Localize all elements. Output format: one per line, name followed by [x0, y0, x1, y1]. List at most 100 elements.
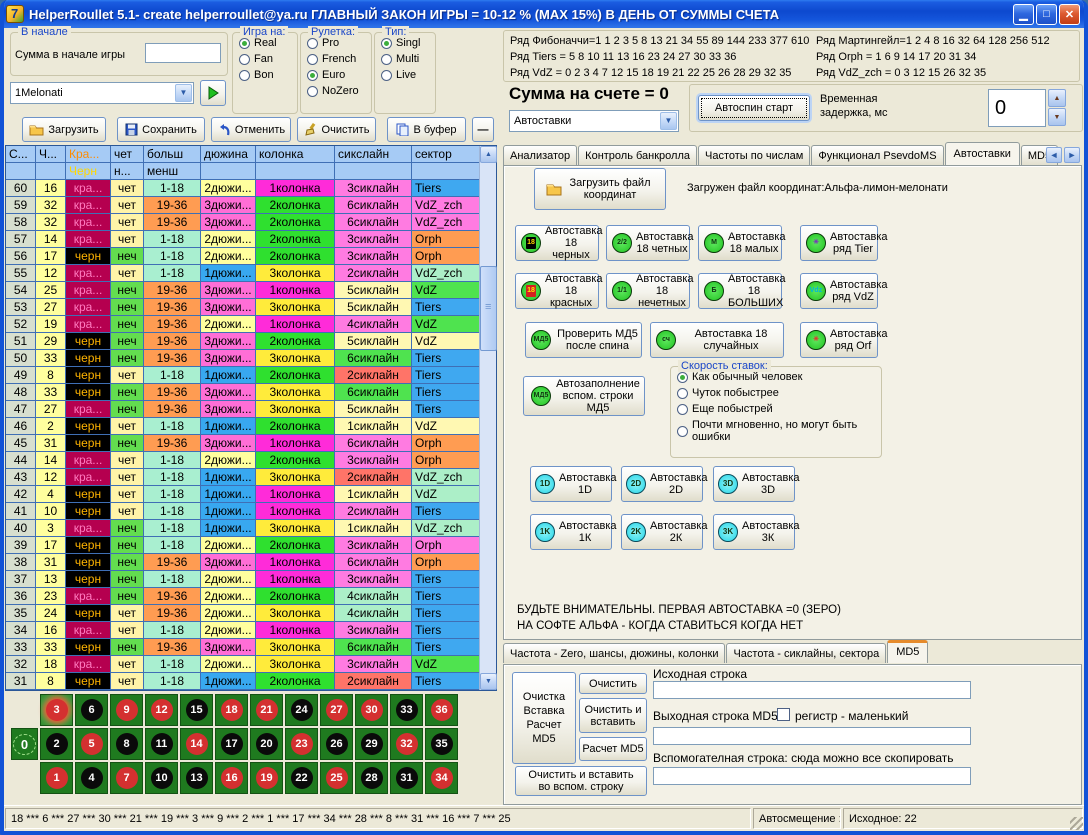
table-row[interactable]: 5932кра...чет19-363дюжи...2колонка6сикла… — [6, 197, 496, 214]
autospin-start-button[interactable]: Автоспин старт — [698, 95, 810, 121]
autostavka-button-5[interactable]: 18Автоставка 18 красных — [515, 273, 599, 309]
spins-table-body[interactable]: 6016кра...чет1-182дюжи...1колонка3сиклай… — [6, 180, 496, 690]
md5-clear-button[interactable]: Очистить — [579, 673, 647, 694]
minimize-button[interactable]: ▁ — [1013, 4, 1034, 25]
radio-option-как-обычный-человек[interactable]: Как обычный человек — [677, 371, 881, 383]
autostavka-button-4[interactable]: ✳Автоставка ряд Tier — [800, 225, 878, 261]
autostavka-button-6[interactable]: 1/1Автоставка 18 нечетных — [606, 273, 690, 309]
table-row[interactable]: 4531черннеч19-363дюжи...1колонка6сиклайн… — [6, 435, 496, 452]
table-row[interactable]: 3218кра...чет1-182дюжи...3колонка3сиклай… — [6, 656, 496, 673]
table-row[interactable]: 4727кра...неч19-363дюжи...3колонка5сикла… — [6, 401, 496, 418]
table-row[interactable]: 498чернчет1-181дюжи...2колонка2сиклайнTi… — [6, 367, 496, 384]
autofill-md5-button[interactable]: МД5 Автозаполнение вспом. строки МД5 — [523, 376, 645, 416]
roulette-cell-20[interactable]: 20 — [250, 728, 283, 760]
roulette-cell-3[interactable]: 3 — [40, 694, 73, 726]
radio-option-еще-побыстрей[interactable]: Еще побыстрей — [677, 403, 881, 415]
radio-icon[interactable] — [677, 404, 688, 415]
radio-option-live[interactable]: Live — [381, 69, 435, 81]
roulette-cell-19[interactable]: 19 — [250, 762, 283, 794]
autostavka-dk-button-1K[interactable]: 1KАвтоставка 1К — [530, 514, 612, 550]
chevron-down-icon[interactable]: ▼ — [175, 84, 192, 102]
radio-icon[interactable] — [239, 38, 250, 49]
tab-md5[interactable]: MD5 — [887, 640, 928, 663]
table-row[interactable]: 5033черннеч19-363дюжи...3колонка6сиклайн… — [6, 350, 496, 367]
md5-clear-paste-aux-button[interactable]: Очистить и вставить во вспом. строку — [515, 766, 647, 796]
spinner-down-icon[interactable]: ▼ — [1048, 108, 1066, 126]
roulette-cell-18[interactable]: 18 — [215, 694, 248, 726]
mode-combobox[interactable]: Автоставки ▼ — [509, 110, 679, 132]
radio-option-почти-мгновенно-но-могут-быть-ошибки[interactable]: Почти мгновенно, но могут быть ошибки — [677, 419, 881, 443]
autostavka-dk-button-2K[interactable]: 2KАвтоставка 2К — [621, 514, 703, 550]
roulette-cell-10[interactable]: 10 — [145, 762, 178, 794]
tab-анализатор[interactable]: Анализатор — [503, 145, 577, 165]
toolbar-save-button[interactable]: Сохранить — [117, 117, 205, 142]
table-row[interactable]: 5714кра...чет1-182дюжи...2колонка3сиклай… — [6, 231, 496, 248]
table-row[interactable]: 424чернчет1-181дюжи...1колонка1сиклайнVd… — [6, 486, 496, 503]
table-row[interactable]: 3917черннеч1-182дюжи...2колонка3сиклайнO… — [6, 537, 496, 554]
spinner-up-icon[interactable]: ▲ — [1048, 89, 1066, 107]
md5-clear-paste-button[interactable]: Очистить и вставить — [579, 698, 647, 733]
toolbar-undo-button[interactable]: Отменить — [211, 117, 291, 142]
register-checkbox[interactable] — [777, 708, 790, 721]
radio-option-pro[interactable]: Pro — [307, 37, 371, 49]
autostavka-button-9[interactable]: МД5Проверить МД5 после спина — [525, 322, 642, 358]
table-row[interactable]: 403кра...неч1-181дюжи...3колонка1сиклайн… — [6, 520, 496, 537]
md5-source-input[interactable] — [653, 681, 971, 699]
radio-icon[interactable] — [307, 86, 318, 97]
radio-icon[interactable] — [307, 70, 318, 81]
tab-частоты-по-числам[interactable]: Частоты по числам — [698, 145, 810, 165]
radio-option-multi[interactable]: Multi — [381, 53, 435, 65]
radio-option-bon[interactable]: Bon — [239, 69, 297, 81]
md5-big-button[interactable]: Очистка Вставка Расчет MD5 — [512, 672, 576, 764]
radio-option-fan[interactable]: Fan — [239, 53, 297, 65]
roulette-cell-7[interactable]: 7 — [110, 762, 143, 794]
autostavka-button-11[interactable]: ✳Автоставка ряд Orf — [800, 322, 878, 358]
roulette-cell-17[interactable]: 17 — [215, 728, 248, 760]
chevron-down-icon[interactable]: ▼ — [660, 112, 677, 130]
roulette-cell-36[interactable]: 36 — [425, 694, 458, 726]
table-row[interactable]: 5327кра...неч19-363дюжи...3колонка5сикла… — [6, 299, 496, 316]
md5-out-input[interactable] — [653, 727, 971, 745]
table-row[interactable]: 462чернчет1-181дюжи...2колонка1сиклайнVd… — [6, 418, 496, 435]
table-scrollbar[interactable]: ▲ ▼ — [479, 146, 496, 690]
radio-icon[interactable] — [239, 70, 250, 81]
autostavka-dk-button-3D[interactable]: 3DАвтоставка 3D — [713, 466, 795, 502]
titlebar[interactable]: HelperRoullet 5.1- create helperroullet@… — [0, 0, 1088, 28]
roulette-cell-4[interactable]: 4 — [75, 762, 108, 794]
tab-автоставки[interactable]: Автоставки — [945, 142, 1020, 165]
tab-scroll-right-icon[interactable]: ► — [1064, 147, 1080, 163]
roulette-cell-25[interactable]: 25 — [320, 762, 353, 794]
roulette-cell-15[interactable]: 15 — [180, 694, 213, 726]
md5-aux-input[interactable] — [653, 767, 971, 785]
roulette-cell-35[interactable]: 35 — [425, 728, 458, 760]
roulette-cell-13[interactable]: 13 — [180, 762, 213, 794]
maximize-button[interactable]: □ — [1036, 4, 1057, 25]
autostavka-button-3[interactable]: MАвтоставка 18 малых — [698, 225, 782, 261]
tab-частота-сиклайны-сектора[interactable]: Частота - сиклайны, сектора — [726, 643, 886, 663]
roulette-cell-30[interactable]: 30 — [355, 694, 388, 726]
autostavka-dk-button-3K[interactable]: 3KАвтоставка 3К — [713, 514, 795, 550]
radio-icon[interactable] — [381, 38, 392, 49]
radio-icon[interactable] — [307, 38, 318, 49]
roulette-cell-31[interactable]: 31 — [390, 762, 423, 794]
table-row[interactable]: 6016кра...чет1-182дюжи...1колонка3сиклай… — [6, 180, 496, 197]
tab-контроль-банкролла[interactable]: Контроль банкролла — [578, 145, 697, 165]
roulette-cell-11[interactable]: 11 — [145, 728, 178, 760]
roulette-cell-28[interactable]: 28 — [355, 762, 388, 794]
start-sum-input[interactable] — [145, 43, 221, 63]
roulette-cell-22[interactable]: 22 — [285, 762, 318, 794]
roulette-cell-29[interactable]: 29 — [355, 728, 388, 760]
table-row[interactable]: 3333черннеч19-363дюжи...3колонка6сиклайн… — [6, 639, 496, 656]
tab-частота-zero-шансы-дюжины-колонки[interactable]: Частота - Zero, шансы, дюжины, колонки — [503, 643, 725, 663]
toolbar-load-button[interactable]: Загрузить — [22, 117, 106, 142]
load-coords-file-button[interactable]: Загрузить файл координат — [534, 168, 666, 210]
roulette-cell-21[interactable]: 21 — [250, 694, 283, 726]
table-row[interactable]: 5512кра...чет1-181дюжи...3колонка2сиклай… — [6, 265, 496, 282]
tab-scroll-left-icon[interactable]: ◄ — [1046, 147, 1062, 163]
roulette-cell-5[interactable]: 5 — [75, 728, 108, 760]
roulette-cell-27[interactable]: 27 — [320, 694, 353, 726]
table-row[interactable]: 3831черннеч19-363дюжи...1колонка6сиклайн… — [6, 554, 496, 571]
roulette-cell-34[interactable]: 34 — [425, 762, 458, 794]
autostavka-dk-button-2D[interactable]: 2DАвтоставка 2D — [621, 466, 703, 502]
roulette-cell-6[interactable]: 6 — [75, 694, 108, 726]
